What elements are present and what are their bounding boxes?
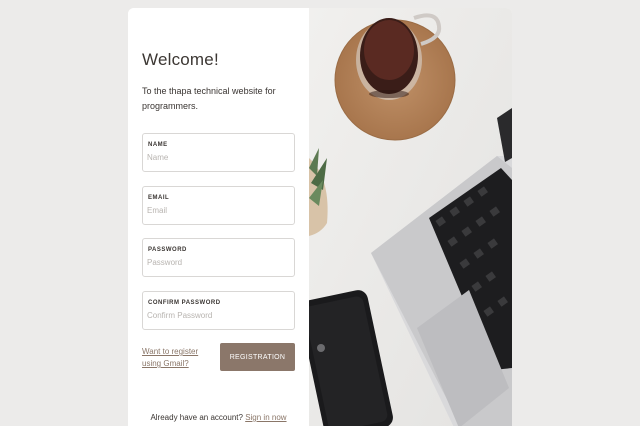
confirm-password-label: CONFIRM PASSWORD — [148, 300, 221, 306]
signin-row: Already have an account? Sign in now — [128, 413, 309, 422]
name-label: NAME — [148, 142, 168, 148]
registration-card: Welcome! To the thapa technical website … — [128, 8, 512, 426]
confirm-password-field[interactable]: CONFIRM PASSWORD — [142, 291, 295, 330]
hero-image — [309, 8, 512, 426]
name-field[interactable]: NAME — [142, 133, 295, 172]
email-label: EMAIL — [148, 195, 170, 201]
password-label: PASSWORD — [148, 247, 187, 253]
gmail-register-link[interactable]: Want to register using Gmail? — [142, 346, 214, 370]
form-panel: Welcome! To the thapa technical website … — [128, 8, 309, 426]
page-subtitle: To the thapa technical website for progr… — [142, 86, 276, 111]
signin-link[interactable]: Sign in now — [245, 413, 286, 422]
desk-illustration — [309, 8, 512, 426]
name-input[interactable] — [147, 153, 287, 162]
signin-prompt: Already have an account? — [150, 413, 243, 422]
page-title: Welcome! — [142, 50, 219, 69]
email-input[interactable] — [147, 206, 287, 215]
confirm-password-input[interactable] — [147, 311, 287, 320]
registration-button[interactable]: REGISTRATION — [220, 343, 295, 371]
password-field[interactable]: PASSWORD — [142, 238, 295, 277]
password-input[interactable] — [147, 258, 287, 267]
email-field[interactable]: EMAIL — [142, 186, 295, 225]
